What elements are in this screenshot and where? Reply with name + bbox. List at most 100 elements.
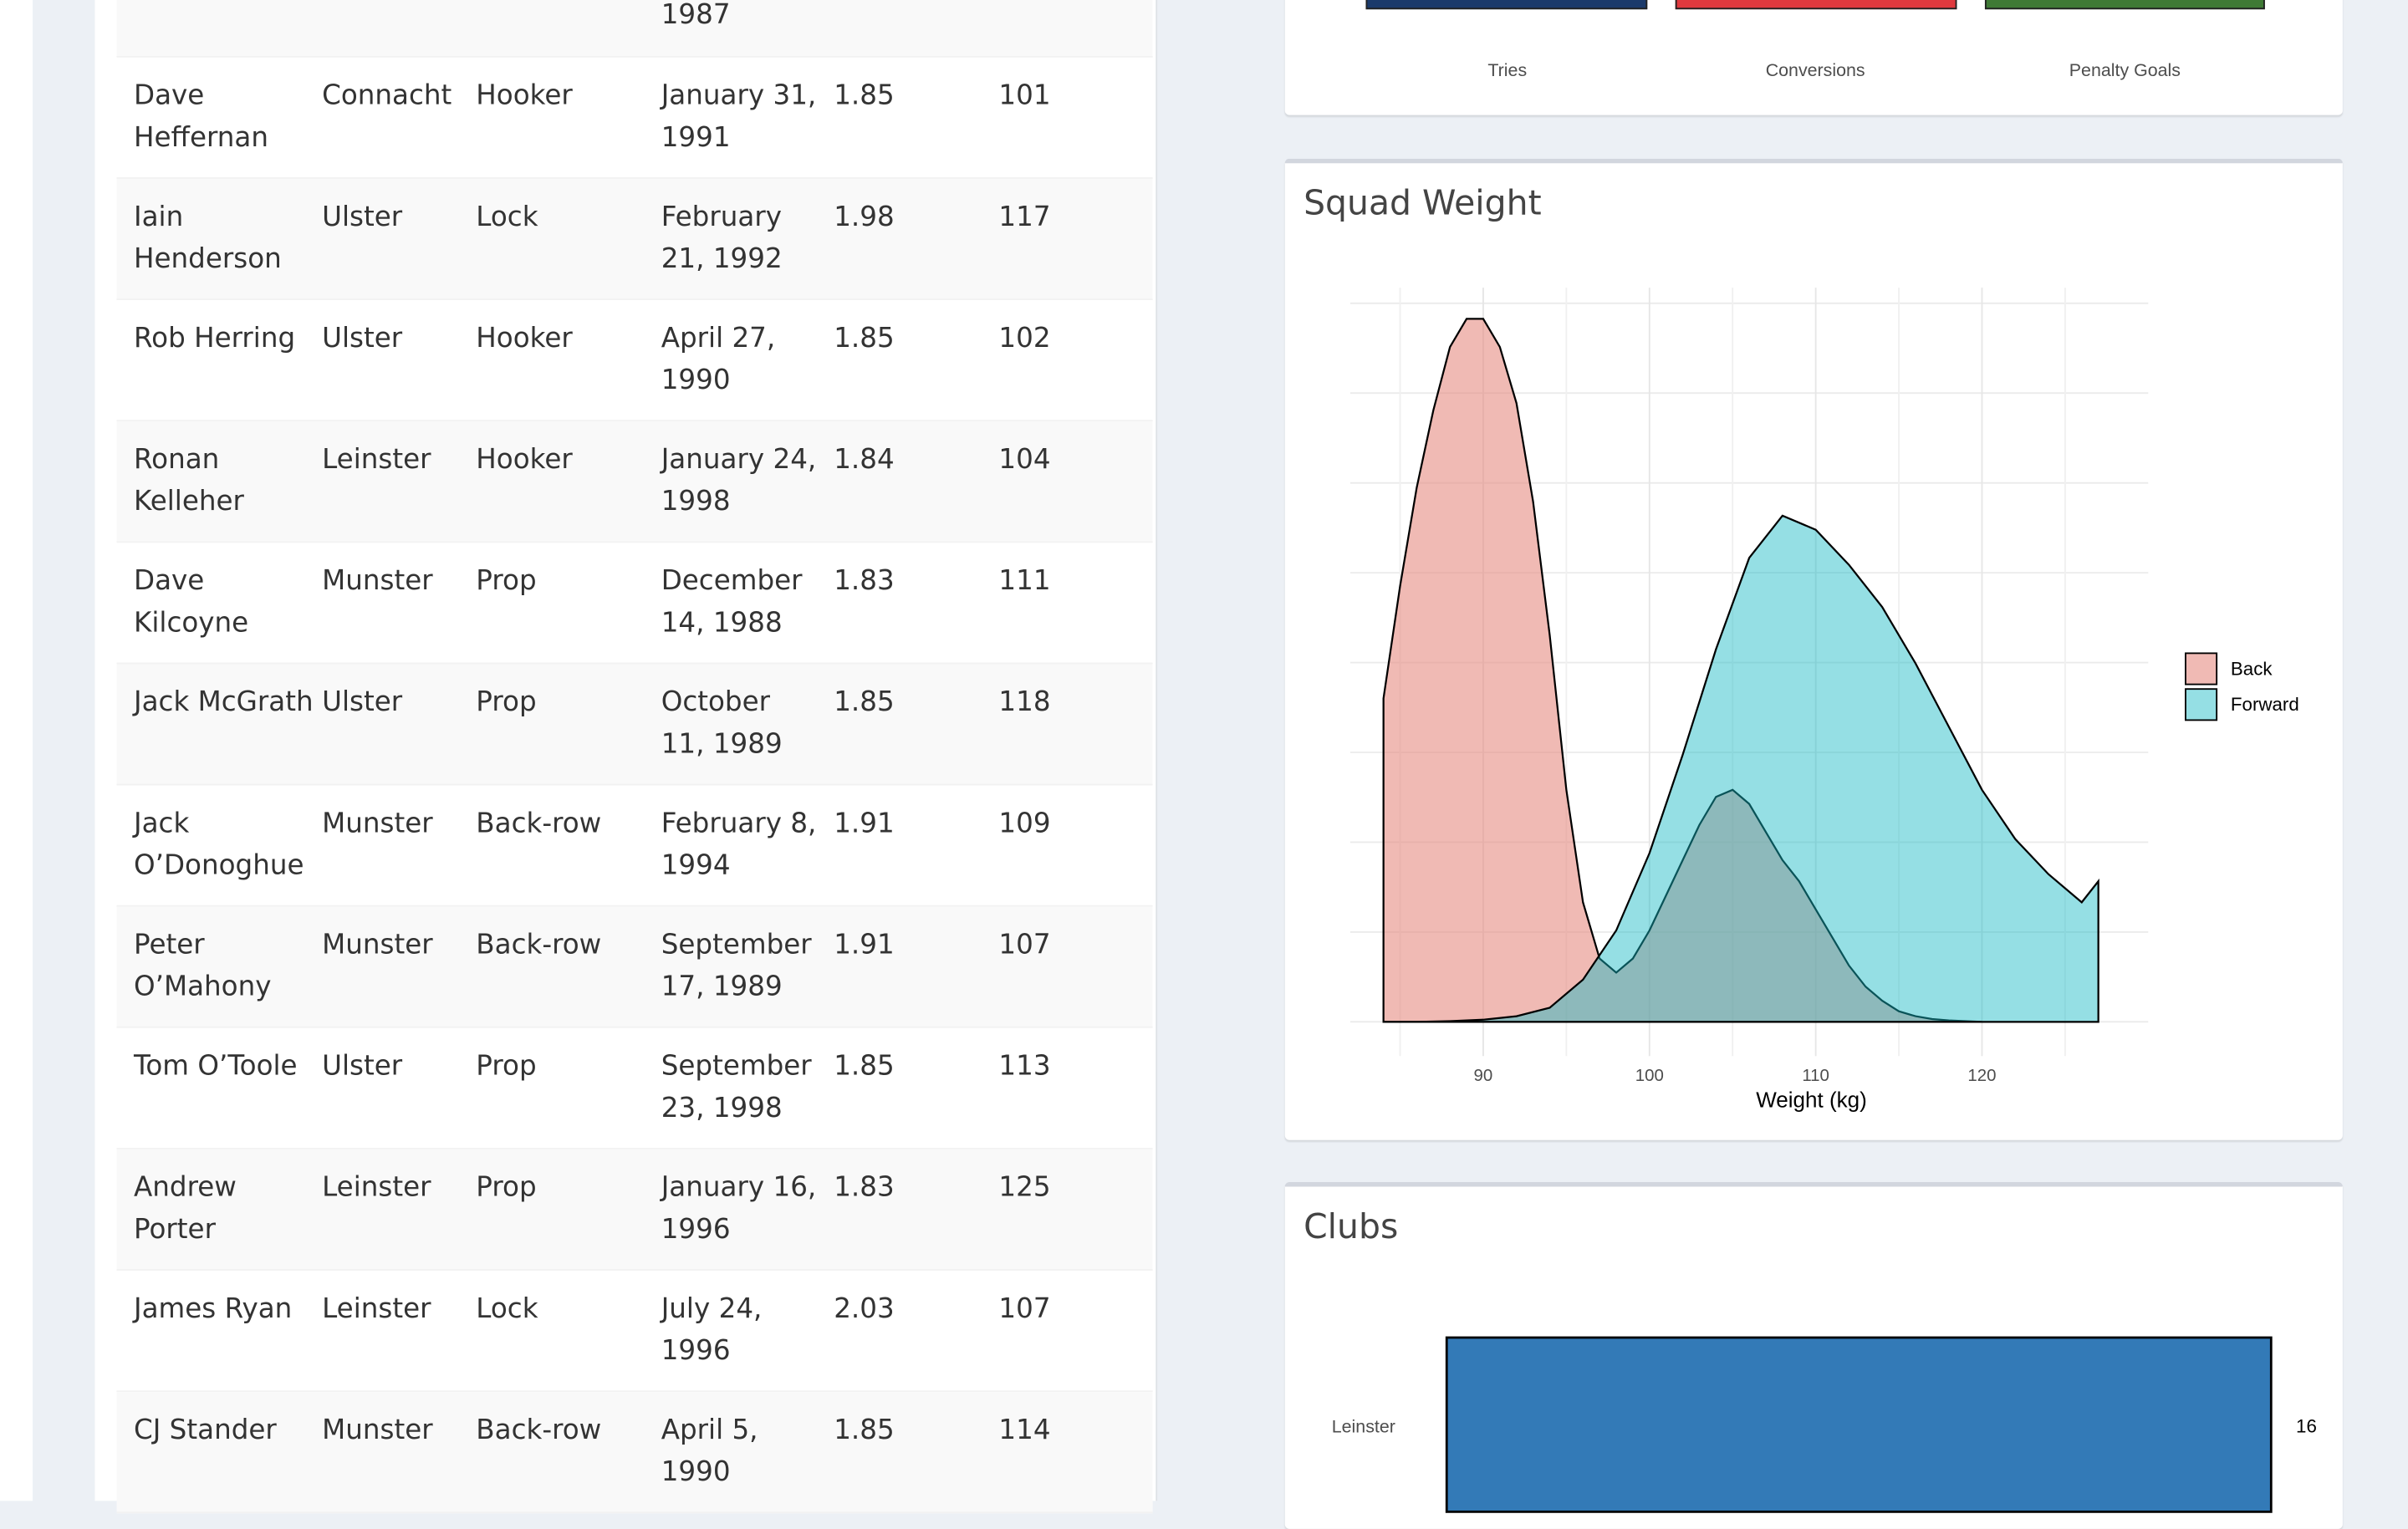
table-cell-dob: April 27, 1990	[661, 323, 776, 397]
table-cell-name: Ronan Kelleher	[134, 445, 244, 518]
table-cell-name: Dave Kilcoyne	[134, 566, 249, 640]
table-row: Jack O’Donoghue Munster Back-row February 8…	[116, 785, 1153, 907]
table-cell-club: Ulster	[322, 1051, 403, 1083]
table-cell-weight: 109	[998, 808, 1051, 840]
table-cell-dob: February 21, 1992	[661, 201, 783, 276]
table-cell-height: 1.91	[834, 808, 895, 840]
table-cell-weight: 111	[998, 566, 1051, 598]
legend-key-forward	[2185, 688, 2218, 721]
table-row: CJ Stander Munster Back-row April 5, 1990 1.…	[116, 1392, 1153, 1514]
table-cell-name: Jack McGrath	[134, 687, 314, 719]
table-row: 1987	[116, 0, 1153, 58]
clubs-box: Clubs Leinster 16	[1284, 1181, 2343, 1529]
squad-table: 1987 Dave Heffernan Connacht Hooker January …	[116, 0, 1153, 1514]
x-tick-label: 90	[1474, 1066, 1493, 1085]
table-row: Peter O’Mahony Munster Back-row September 1…	[116, 906, 1153, 1028]
table-cell-height: 1.91	[834, 930, 895, 961]
table-cell-club: Munster	[322, 930, 433, 961]
table-row: Jack McGrath Ulster Prop October 11, 1989 1.…	[116, 664, 1153, 786]
table-cell-name: CJ Stander	[134, 1415, 277, 1447]
table-cell-weight: 125	[998, 1172, 1051, 1205]
table-cell-name: Andrew Porter	[134, 1172, 237, 1246]
table-cell-weight: 107	[998, 930, 1051, 961]
table-cell-weight: 114	[998, 1415, 1051, 1447]
table-row: Tom O’Toole Ulster Prop September 23, 1998 1…	[116, 1027, 1153, 1149]
table-cell-weight: 113	[998, 1051, 1051, 1083]
table-cell-height: 1.85	[834, 80, 895, 112]
table-cell-weight: 101	[998, 80, 1051, 112]
table-cell-height: 1.85	[834, 1415, 895, 1447]
table-cell-club: Leinster	[322, 445, 431, 477]
table-cell-position: Back-row	[476, 808, 602, 840]
squad-weight-box: Squad Weight 90 100 110 120 Weight (kg) Back F…	[1284, 158, 2343, 1140]
table-cell-dob: October 11, 1989	[661, 687, 783, 761]
table-cell-position: Hooker	[476, 80, 573, 112]
table-row: Dave Kilcoyne Munster Prop December 14, 198…	[116, 543, 1153, 665]
table-cell-name: Rob Herring	[134, 323, 296, 355]
x-tick-label: 120	[1967, 1066, 1996, 1085]
table-cell-dob: 1987	[661, 0, 731, 32]
table-cell-weight: 102	[998, 323, 1051, 355]
scoring-label-conversions: Conversions	[1765, 62, 1865, 81]
weight-density-chart: 90 100 110 120 Weight (kg) Back Forward	[1349, 288, 2299, 1113]
table-cell-dob: January 24, 1998	[661, 445, 817, 518]
scoring-label-tries: Tries	[1487, 62, 1528, 81]
table-cell-height: 1.83	[834, 566, 895, 598]
legend-key-back	[2185, 652, 2218, 686]
table-cell-height: 1.98	[834, 201, 895, 234]
x-tick-label: 100	[1635, 1066, 1664, 1085]
table-row: Dave Heffernan Connacht Hooker January 31, …	[116, 57, 1153, 179]
table-row: Rob Herring Ulster Hooker April 27, 1990 1.8…	[116, 300, 1153, 422]
table-cell-weight: 117	[998, 201, 1051, 234]
table-cell-club: Leinster	[322, 1293, 431, 1326]
table-cell-name: Tom O’Toole	[134, 1051, 298, 1083]
table-row: James Ryan Leinster Lock July 24, 1996 2.03 1…	[116, 1271, 1153, 1393]
table-cell-name: James Ryan	[134, 1293, 293, 1326]
table-cell-club: Munster	[322, 808, 433, 840]
page: 1987 Dave Heffernan Connacht Hooker January …	[0, 0, 2408, 1529]
table-cell-height: 1.84	[834, 445, 895, 477]
sidebar-edge	[0, 0, 33, 1501]
table-cell-height: 1.83	[834, 1172, 895, 1205]
table-cell-position: Lock	[476, 1293, 538, 1326]
table-cell-dob: September 17, 1989	[661, 930, 812, 1004]
table-cell-club: Munster	[322, 566, 433, 598]
table-row: Ronan Kelleher Leinster Hooker January 24, …	[116, 421, 1153, 543]
table-cell-dob: January 16, 1996	[661, 1172, 817, 1246]
scoring-bar	[1675, 0, 1957, 10]
x-axis-label: Weight (kg)	[1756, 1088, 1867, 1113]
table-cell-weight: 118	[998, 687, 1051, 719]
table-cell-club: Ulster	[322, 687, 403, 719]
x-tick-label: 110	[1802, 1066, 1829, 1085]
table-cell-position: Back-row	[476, 1415, 602, 1447]
table-cell-position: Prop	[476, 1051, 537, 1083]
legend-label-forward: Forward	[2231, 694, 2299, 715]
table-cell-dob: July 24, 1996	[661, 1293, 763, 1368]
club-bar-leinster	[1445, 1336, 2273, 1513]
table-cell-dob: January 31, 1991	[661, 80, 817, 155]
scoring-label-penalty-goals: Penalty Goals	[2069, 62, 2181, 81]
table-cell-club: Munster	[322, 1415, 433, 1447]
table-cell-position: Back-row	[476, 930, 602, 961]
table-cell-dob: December 14, 1988	[661, 566, 803, 640]
scoring-chart-box: Tries Conversions Penalty Goals	[1284, 0, 2343, 115]
table-cell-name: Iain Henderson	[134, 201, 282, 276]
table-cell-position: Hooker	[476, 445, 573, 477]
table-cell-weight: 104	[998, 445, 1051, 477]
table-cell-height: 2.03	[834, 1293, 895, 1326]
clubs-bar-chart: Leinster 16	[1332, 1336, 2317, 1513]
table-cell-height: 1.85	[834, 687, 895, 719]
table-cell-position: Hooker	[476, 323, 573, 355]
table-cell-club: Leinster	[322, 1172, 431, 1205]
table-cell-height: 1.85	[834, 1051, 895, 1083]
scoring-bar	[1365, 0, 1648, 10]
table-cell-weight: 107	[998, 1293, 1051, 1326]
table-cell-name: Peter O’Mahony	[134, 930, 272, 1004]
club-value-label: 16	[2296, 1415, 2317, 1436]
table-cell-height: 1.85	[834, 323, 895, 355]
table-cell-position: Prop	[476, 566, 537, 598]
table-cell-dob: February 8, 1994	[661, 808, 817, 882]
scoring-bar	[1984, 0, 2265, 10]
table-cell-club: Ulster	[322, 323, 403, 355]
table-row: Andrew Porter Leinster Prop January 16, 199…	[116, 1149, 1153, 1272]
